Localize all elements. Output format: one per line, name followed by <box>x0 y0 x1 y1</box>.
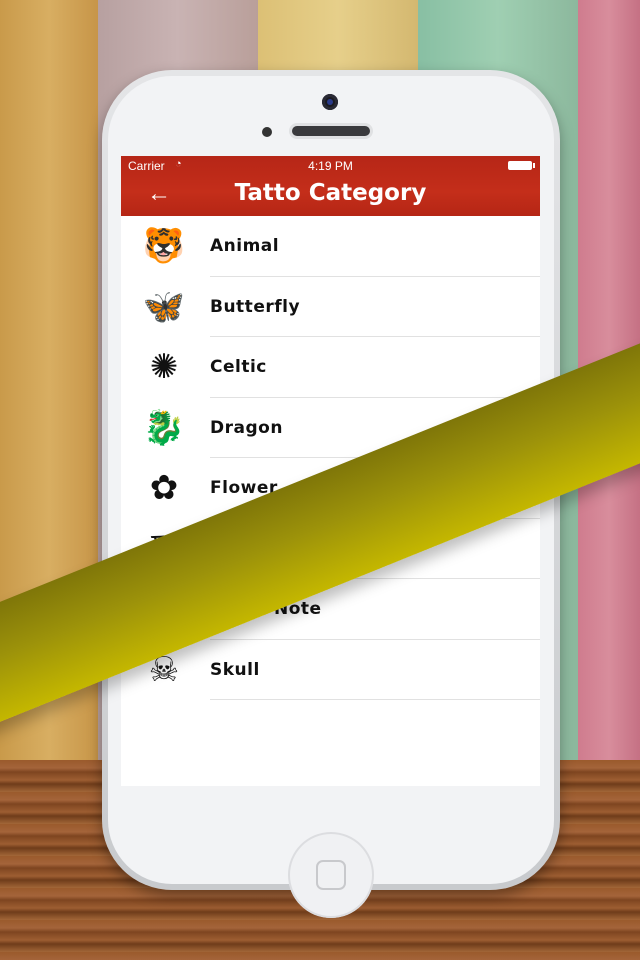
category-label: Animal <box>210 236 280 256</box>
dragon-icon: 🐉 <box>142 408 186 447</box>
home-button[interactable] <box>288 832 374 918</box>
list-item[interactable] <box>121 700 540 761</box>
butterfly-icon: 🦋 <box>142 287 186 326</box>
navigation-bar: Carrier ◔ 4:19 PM ← Tatto Category <box>121 156 540 216</box>
sensor-icon <box>262 127 272 137</box>
page-title: Tatto Category <box>234 180 427 206</box>
camera-icon <box>322 94 338 110</box>
tiger-icon: 🐯 <box>142 227 186 265</box>
celtic-icon: ✺ <box>149 348 179 386</box>
partial-icon <box>139 707 189 753</box>
category-label: Celtic <box>210 357 267 377</box>
category-label: Butterfly <box>210 296 301 317</box>
list-item[interactable]: 🐯 Animal <box>121 216 540 277</box>
battery-icon <box>508 161 535 170</box>
flower-icon: ✿ <box>149 469 179 507</box>
status-bar: Carrier ◔ 4:19 PM <box>121 156 540 176</box>
list-item[interactable]: 🦋 Butterfly <box>121 277 540 337</box>
speaker-icon <box>292 126 370 136</box>
status-time: 4:19 PM <box>308 159 353 173</box>
home-square-icon <box>316 860 346 890</box>
category-label: Dragon <box>210 417 283 438</box>
category-label: Skull <box>210 659 260 680</box>
list-item[interactable]: ✺ Celtic <box>121 337 540 398</box>
list-item[interactable]: ☠ Skull <box>121 640 540 700</box>
